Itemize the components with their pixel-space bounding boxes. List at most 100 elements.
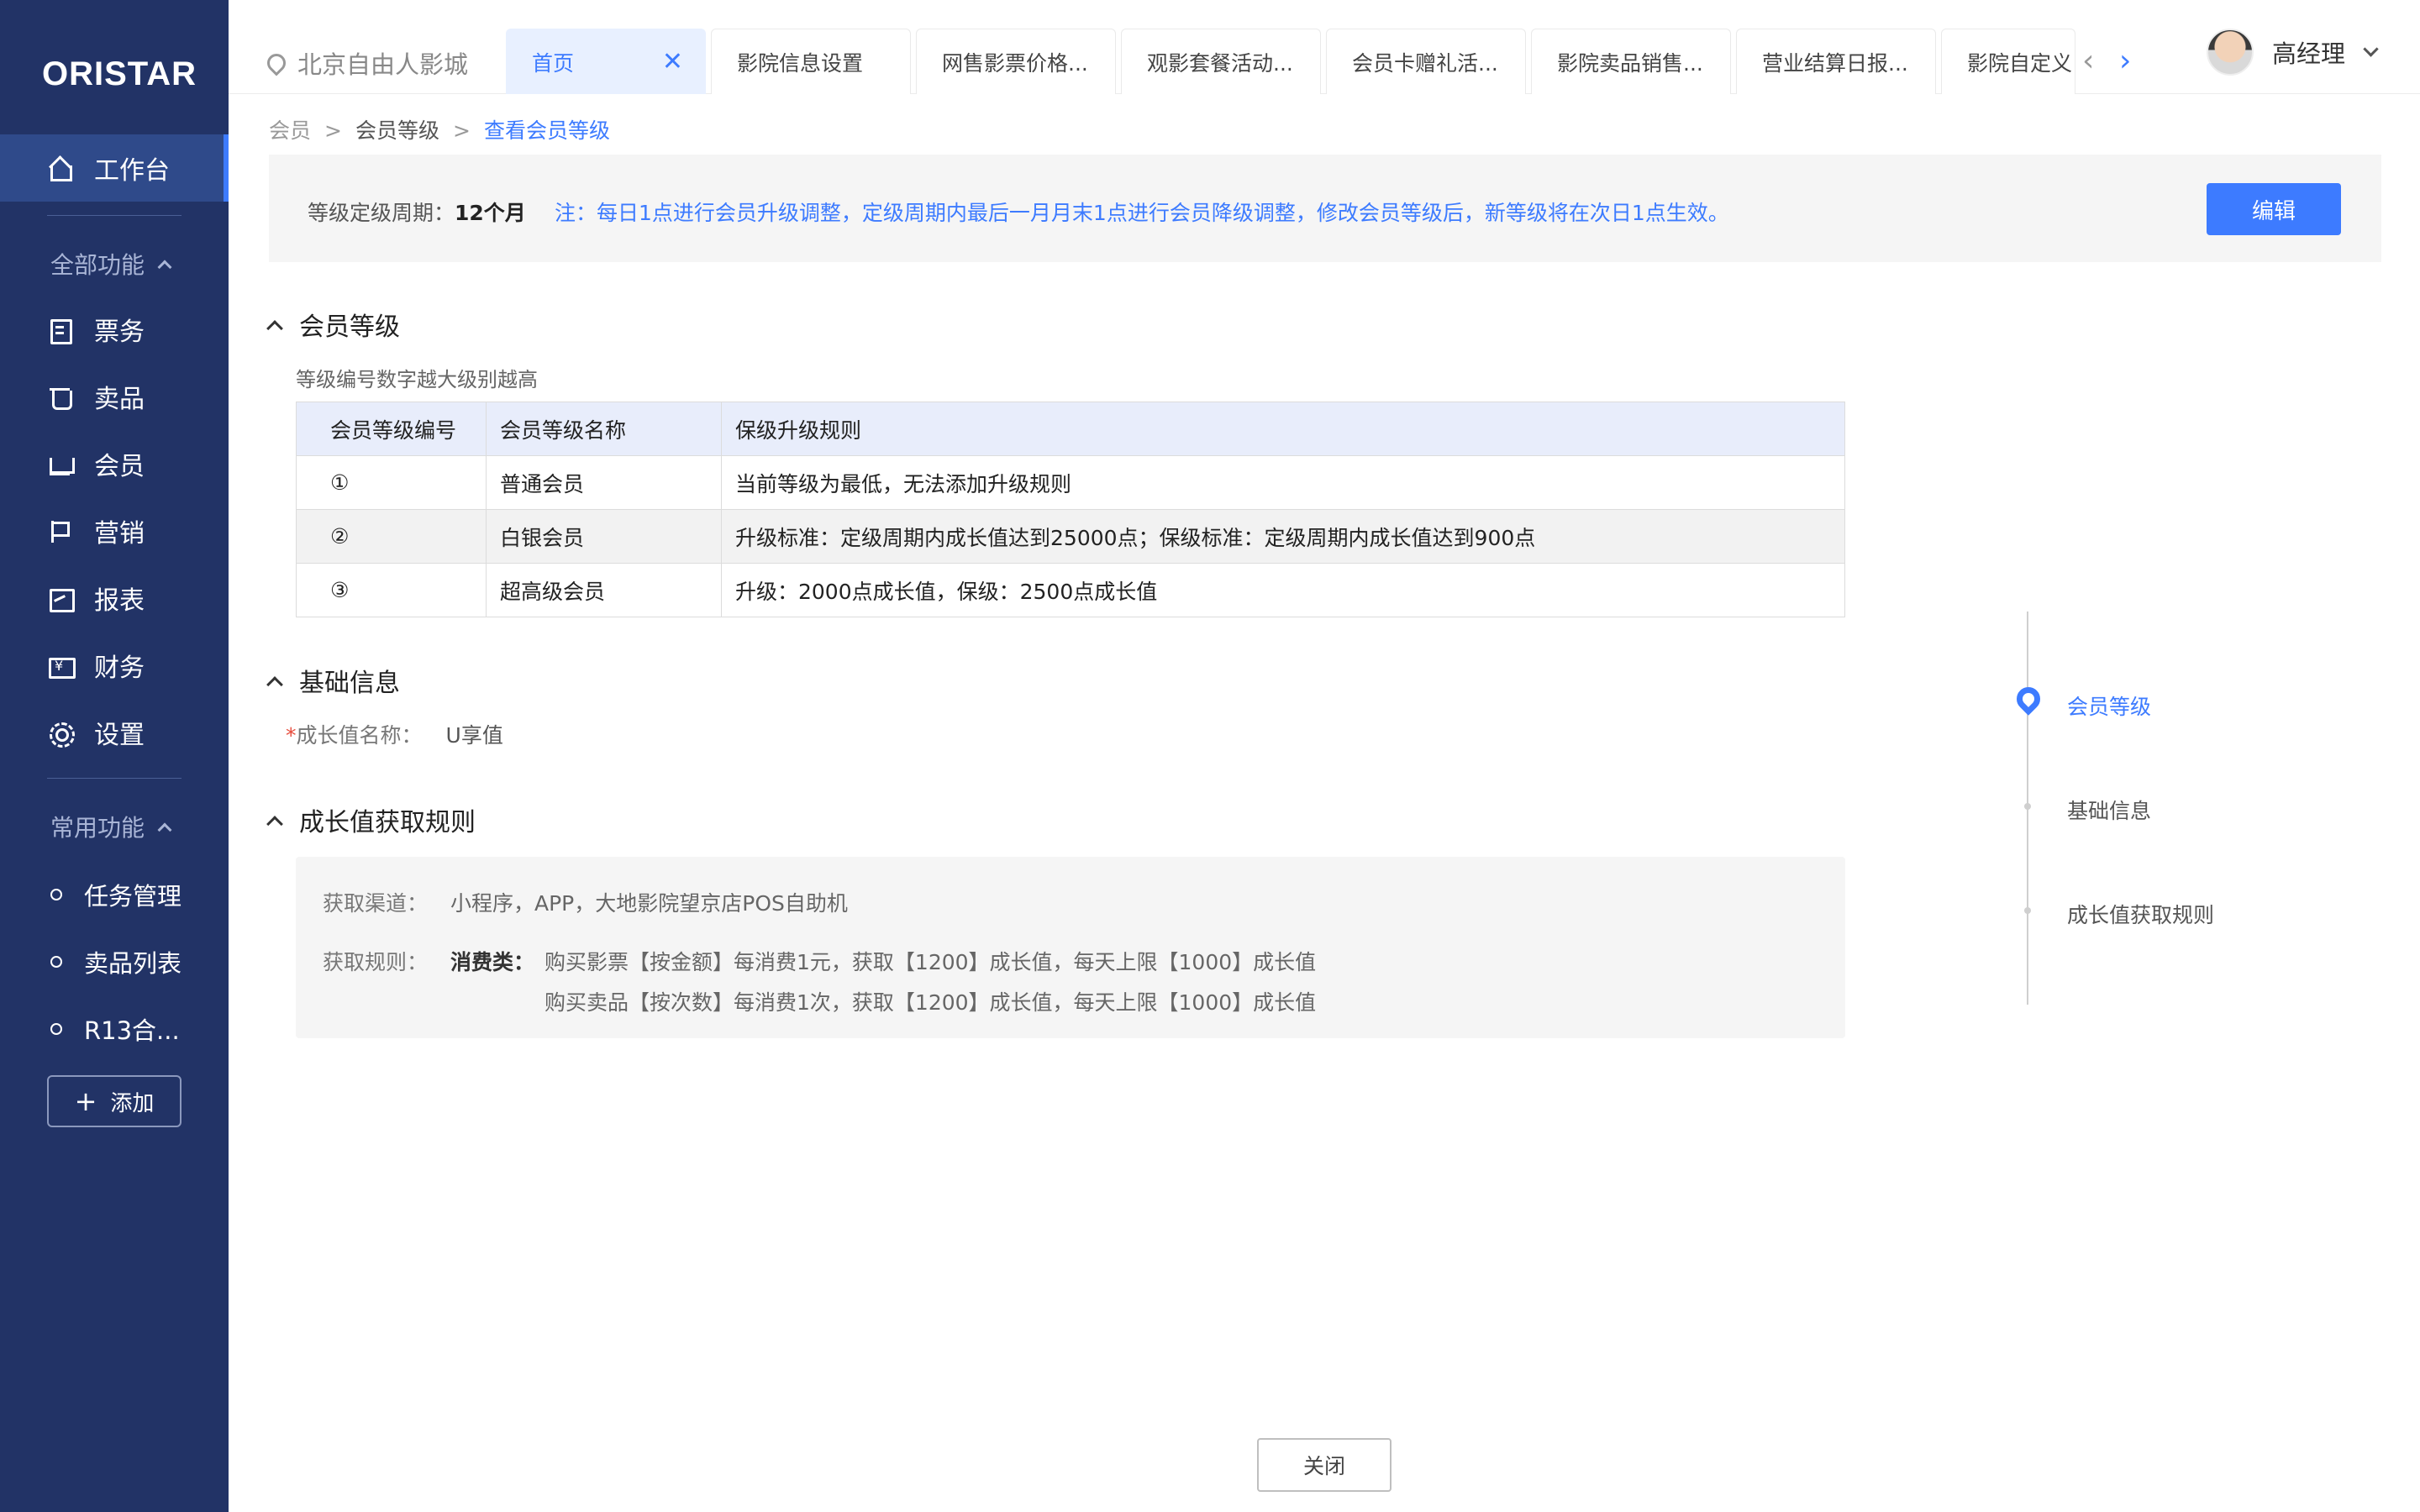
bullet-icon (50, 1023, 62, 1035)
chevron-up-icon (157, 822, 172, 837)
tab-label: 会员卡赠礼活... (1352, 50, 1498, 76)
sidebar-item-concessions[interactable]: 卖品 (0, 363, 229, 430)
sidebar-item-label: 票务 (94, 318, 145, 347)
sidebar: ORISTAR 工作台 全部功能 票务 卖品 会员 营销 报表 财务 设置 常用… (0, 0, 229, 1512)
anchor-member-level[interactable]: 会员等级 (2067, 690, 2151, 721)
sidebar-item-ticketing[interactable]: 票务 (0, 296, 229, 363)
level-name: 超高级会员 (486, 563, 722, 617)
rule-label: 获取规则： (323, 950, 429, 974)
column-header: 会员等级编号 (296, 402, 487, 456)
tab-concession-sales[interactable]: 影院卖品销售... (1531, 29, 1731, 94)
tab-cinema-info[interactable]: 影院信息设置 (711, 29, 911, 94)
section-title-label: 全部功能 (50, 251, 145, 279)
tab-label: 影院卖品销售... (1557, 50, 1703, 76)
bullet-icon (50, 956, 62, 968)
level-name: 白银会员 (486, 509, 722, 564)
period-label: 等级定级周期： (308, 201, 455, 225)
tab-home[interactable]: 首页 ✕ (506, 29, 706, 94)
plus-icon: + (74, 1085, 97, 1117)
chevron-up-icon (266, 676, 283, 693)
period-info: 等级定级周期：12个月 (308, 197, 526, 227)
all-functions-toggle[interactable]: 全部功能 (50, 247, 172, 281)
level-number: ② (296, 509, 487, 564)
sidebar-item-label: 报表 (94, 586, 145, 616)
chevron-right-icon[interactable]: › (2119, 44, 2131, 78)
section-title: 成长值获取规则 (299, 808, 476, 837)
field-label: 成长值名称： (296, 723, 423, 748)
favorite-item-r13[interactable]: R13合... (50, 1011, 180, 1047)
anchor-growth-rules[interactable]: 成长值获取规则 (2067, 899, 2214, 929)
tab-label: 观影套餐活动... (1147, 50, 1293, 76)
sidebar-item-workbench[interactable]: 工作台 (0, 134, 229, 202)
add-favorite-button[interactable]: + 添加 (47, 1075, 182, 1127)
breadcrumb-root[interactable]: 会员 (269, 118, 311, 143)
close-icon[interactable]: ✕ (662, 47, 683, 76)
sidebar-item-label: 设置 (94, 721, 145, 750)
close-button[interactable]: 关闭 (1257, 1438, 1392, 1492)
gear-icon (47, 720, 75, 748)
column-header: 会员等级名称 (486, 402, 722, 456)
chart-icon (47, 585, 75, 612)
crown-icon (47, 451, 75, 476)
breadcrumb-member-level[interactable]: 会员等级 (355, 118, 439, 143)
level-rule: 升级：2000点成长值，保级：2500点成长值 (721, 563, 1845, 617)
channel-label: 获取渠道： (323, 891, 429, 916)
anchor-dot (2024, 803, 2031, 810)
user-menu[interactable]: 高经理 (2206, 29, 2379, 76)
tab-custom[interactable]: 影院自定义 (1941, 29, 2075, 94)
tab-label: 影院信息设置 (737, 50, 864, 76)
sidebar-item-finance[interactable]: 财务 (0, 632, 229, 699)
anchor-dot (2024, 907, 2031, 914)
section-member-level-header[interactable]: 会员等级 (266, 306, 400, 343)
section-growth-rules-header[interactable]: 成长值获取规则 (266, 801, 476, 838)
sidebar-item-members[interactable]: 会员 (0, 430, 229, 497)
section-title: 会员等级 (299, 312, 400, 342)
cup-icon (47, 384, 72, 410)
table-header-row: 会员等级编号 会员等级名称 保级升级规则 (296, 402, 1845, 456)
adjustment-note: 注：每日1点进行会员升级调整，定级周期内最后一月月末1点进行会员降级调整，修改会… (555, 201, 1729, 225)
required-mark: * (286, 723, 297, 748)
common-functions-toggle[interactable]: 常用功能 (50, 810, 172, 843)
sidebar-item-reports[interactable]: 报表 (0, 564, 229, 632)
ticket-icon (47, 317, 72, 344)
chevron-up-icon (266, 320, 283, 337)
tab-package-activity[interactable]: 观影套餐活动... (1121, 29, 1321, 94)
sidebar-item-marketing[interactable]: 营销 (0, 497, 229, 564)
level-hint: 等级编号数字越大级别越高 (296, 368, 538, 391)
growth-name-field: *成长值名称： U享值 (286, 719, 503, 749)
level-name: 普通会员 (486, 455, 722, 510)
section-title-label: 常用功能 (50, 814, 145, 842)
home-icon (47, 155, 72, 181)
tab-label: 营业结算日报... (1762, 50, 1908, 76)
favorite-item-concession-list[interactable]: 卖品列表 (50, 944, 182, 979)
finance-icon (47, 653, 76, 679)
sidebar-item-settings[interactable]: 设置 (0, 699, 229, 766)
favorite-item-task-management[interactable]: 任务管理 (50, 877, 182, 912)
breadcrumb: 会员 > 会员等级 > 查看会员等级 (269, 118, 610, 143)
level-number: ① (296, 455, 487, 510)
user-name: 高经理 (2271, 39, 2345, 68)
chevron-left-icon[interactable]: ‹ (2082, 44, 2094, 78)
tab-online-price[interactable]: 网售影票价格... (916, 29, 1116, 94)
member-level-table: 会员等级编号 会员等级名称 保级升级规则 ① 普通会员 当前等级为最低，无法添加… (296, 402, 1845, 617)
breadcrumb-current: 查看会员等级 (483, 118, 610, 143)
edit-button[interactable]: 编辑 (2207, 183, 2341, 235)
tab-daily-settlement[interactable]: 营业结算日报... (1736, 29, 1936, 94)
rule-category: 消费类： (450, 950, 535, 974)
growth-rules-box: 获取渠道： 小程序，APP，大地影院望京店POS自助机 获取规则： 消费类： 购… (296, 857, 1845, 1038)
level-number: ③ (296, 563, 487, 617)
anchor-basic-info[interactable]: 基础信息 (2067, 795, 2151, 825)
section-basic-info-header[interactable]: 基础信息 (266, 662, 400, 699)
chevron-down-icon (2363, 40, 2379, 57)
avatar (2206, 29, 2254, 76)
chevron-up-icon (266, 816, 283, 832)
table-row: ② 白银会员 升级标准：定级周期内成长值达到25000点；保级标准：定级周期内成… (296, 509, 1845, 564)
rule-line: 购买影票【按金额】每消费1元，获取【1200】成长值，每天上限【1000】成长值 (544, 950, 1317, 974)
period-value: 12个月 (455, 201, 526, 225)
cinema-location-selector[interactable]: 北京自由人影城 (263, 45, 468, 81)
favorite-item-label: R13合... (84, 1016, 180, 1045)
channel-value: 小程序，APP，大地影院望京店POS自助机 (450, 891, 848, 916)
tab-card-gift[interactable]: 会员卡赠礼活... (1326, 29, 1526, 94)
sidebar-divider (47, 778, 182, 779)
tab-label: 影院自定义 (1967, 50, 2073, 76)
